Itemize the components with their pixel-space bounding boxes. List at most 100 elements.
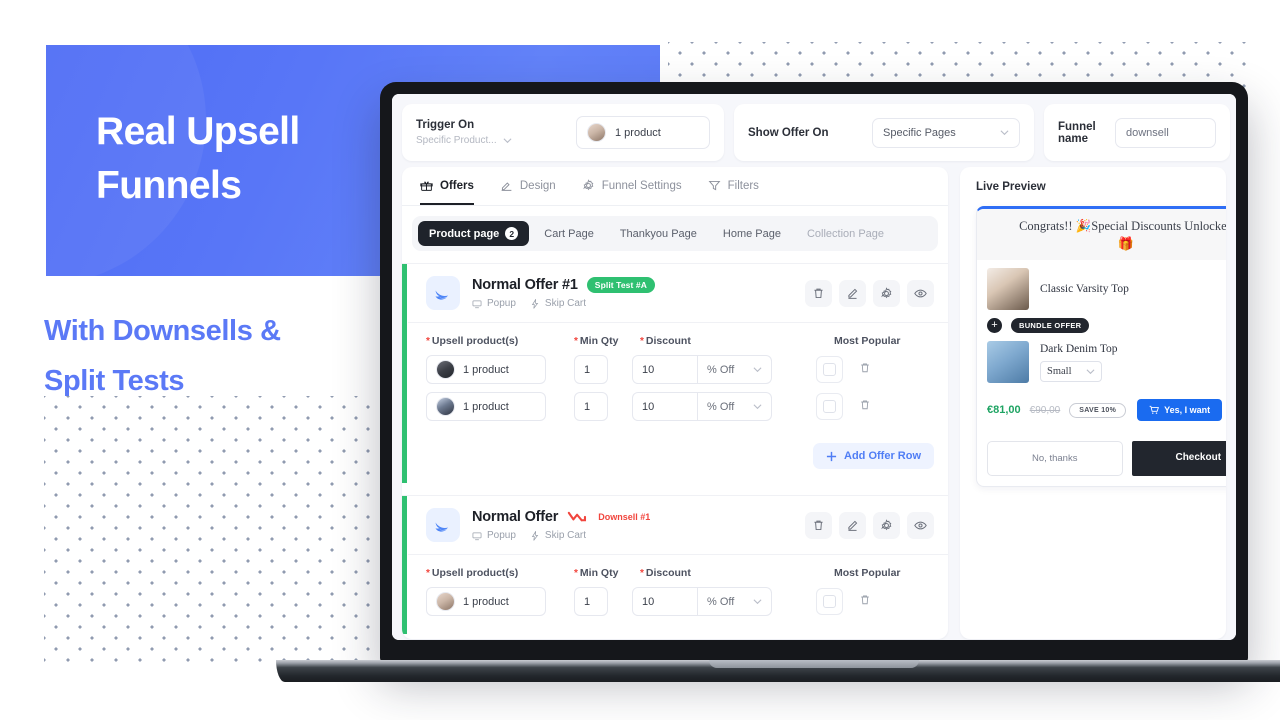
- offer-brand-icon: [426, 276, 460, 310]
- preview-checkout-button[interactable]: Checkout: [1131, 441, 1226, 476]
- tab-offers-label: Offers: [440, 179, 474, 192]
- delete-offer-button[interactable]: [805, 511, 832, 539]
- filter-icon: [708, 180, 721, 191]
- offer-actions: [805, 279, 934, 307]
- delete-offer-button[interactable]: [805, 279, 832, 307]
- discount-input[interactable]: 10: [632, 392, 698, 421]
- gear-icon: [582, 179, 594, 191]
- gear-icon: [881, 518, 892, 530]
- tab-design[interactable]: Design: [500, 179, 556, 205]
- show-offer-on-select[interactable]: Specific Pages: [872, 117, 1020, 148]
- checkbox-box: [823, 400, 836, 413]
- preview-yes-label: Yes, I want: [1164, 405, 1211, 415]
- edit-offer-button[interactable]: [839, 511, 866, 539]
- paint-icon: [501, 182, 512, 191]
- preview-save-badge: SAVE 10%: [1069, 402, 1127, 418]
- app-window: Trigger On Specific Product... 1 product: [392, 94, 1236, 640]
- trash-icon: [814, 520, 823, 530]
- chip-home-page[interactable]: Home Page: [712, 222, 792, 246]
- chip-cart-page[interactable]: Cart Page: [533, 222, 605, 246]
- product-thumbnail: [436, 592, 455, 611]
- tab-filters-label: Filters: [727, 179, 759, 192]
- live-preview-title: Live Preview: [976, 181, 1046, 193]
- tab-bar: Offers Design Funnel Settings Filters: [402, 167, 948, 206]
- discount-unit-value: % Off: [707, 400, 735, 413]
- funnel-name-input[interactable]: downsell: [1114, 117, 1216, 148]
- funnel-name-value: downsell: [1125, 126, 1169, 139]
- edit-offer-button[interactable]: [839, 279, 866, 307]
- trash-icon: [861, 595, 869, 604]
- offer-product-picker[interactable]: 1 product: [426, 392, 546, 421]
- preview-no-thanks-button[interactable]: No, thanks: [987, 441, 1123, 476]
- laptop-mockup: Trigger On Specific Product... 1 product: [276, 82, 1280, 682]
- chip-collection-page[interactable]: Collection Page: [796, 222, 895, 246]
- offer-title: Normal Offer #1: [472, 277, 578, 293]
- min-qty-input[interactable]: 1: [574, 587, 608, 616]
- preview-yes-button[interactable]: Yes, I want: [1137, 399, 1223, 421]
- chevron-down-icon: [753, 599, 762, 605]
- most-popular-checkbox[interactable]: [816, 588, 843, 615]
- laptop-notch: [709, 660, 919, 668]
- discount-unit-select[interactable]: % Off: [698, 392, 772, 421]
- monitor-icon: [472, 300, 482, 308]
- trigger-on-label: Trigger On: [416, 119, 475, 131]
- discount-unit-value: % Off: [707, 595, 735, 608]
- product-thumbnail: [436, 360, 455, 379]
- min-qty-input[interactable]: 1: [574, 355, 608, 384]
- chip-product-page[interactable]: Product page 2: [418, 221, 530, 246]
- bundle-offer-badge: BUNDLE OFFER: [1011, 318, 1090, 333]
- trigger-on-select[interactable]: Specific Product...: [416, 135, 512, 146]
- offer-product-picker[interactable]: 1 product: [426, 587, 546, 616]
- offer-meta-skipcart-label: Skip Cart: [544, 298, 587, 309]
- discount-input[interactable]: 10: [632, 587, 698, 616]
- bolt-icon: [531, 530, 539, 541]
- trigger-on-card: Trigger On Specific Product... 1 product: [402, 104, 724, 161]
- gift-emoji-icon: 🎁: [1117, 236, 1135, 251]
- offer-settings-button[interactable]: [873, 279, 900, 307]
- offer-product-picker[interactable]: 1 product: [426, 355, 546, 384]
- chip-thankyou-page[interactable]: Thankyou Page: [609, 222, 708, 246]
- min-qty-value: 1: [584, 595, 591, 608]
- discount-value: 10: [642, 400, 655, 413]
- offer-meta-popup-label: Popup: [487, 298, 516, 309]
- pencil-icon: [848, 288, 858, 299]
- eye-icon: [914, 521, 927, 529]
- add-offer-row-wrap: Add Offer Row: [408, 439, 948, 483]
- tab-funnel-settings[interactable]: Funnel Settings: [582, 179, 682, 205]
- discount-value: 10: [642, 595, 655, 608]
- tab-offers[interactable]: Offers: [420, 179, 474, 205]
- bird-icon: [435, 290, 448, 300]
- offer-meta-popup: Popup: [472, 530, 516, 541]
- cart-icon: [1149, 405, 1160, 414]
- offer-product-value: 1 product: [463, 595, 509, 608]
- header-popular: Most Popular: [834, 567, 901, 579]
- delete-row-button[interactable]: [859, 398, 871, 416]
- min-qty-input[interactable]: 1: [574, 392, 608, 421]
- trash-icon: [861, 400, 869, 409]
- discount-input[interactable]: 10: [632, 355, 698, 384]
- discount-unit-select[interactable]: % Off: [698, 587, 772, 616]
- plus-icon: [826, 451, 837, 461]
- size-select[interactable]: Small: [1040, 360, 1102, 382]
- header-popular: Most Popular: [834, 335, 901, 347]
- chevron-down-icon: [753, 367, 762, 373]
- offer-title-row: Normal Offer #1 Split Test #A: [472, 277, 805, 293]
- discount-unit-select[interactable]: % Off: [698, 355, 772, 384]
- funnel-name-card: Funnel name downsell: [1044, 104, 1230, 161]
- pencil-icon: [848, 520, 858, 531]
- add-offer-row-button[interactable]: Add Offer Row: [813, 443, 934, 469]
- tab-design-label: Design: [519, 179, 556, 192]
- preview-offer-button[interactable]: [907, 279, 934, 307]
- most-popular-checkbox[interactable]: [816, 356, 843, 383]
- show-offer-on-value: Specific Pages: [883, 126, 956, 139]
- trigger-product-picker[interactable]: 1 product: [576, 116, 710, 149]
- offer-settings-button[interactable]: [873, 511, 900, 539]
- delete-row-button[interactable]: [859, 361, 871, 379]
- bird-icon: [435, 522, 448, 532]
- offer-text-block: Normal Offer Downsell #1 Popup Skip Cart: [472, 509, 805, 541]
- offer-row: 1 product 1 10 % Off: [426, 392, 934, 421]
- tab-filters[interactable]: Filters: [708, 179, 759, 205]
- most-popular-checkbox[interactable]: [816, 393, 843, 420]
- preview-offer-button[interactable]: [907, 511, 934, 539]
- delete-row-button[interactable]: [859, 593, 871, 611]
